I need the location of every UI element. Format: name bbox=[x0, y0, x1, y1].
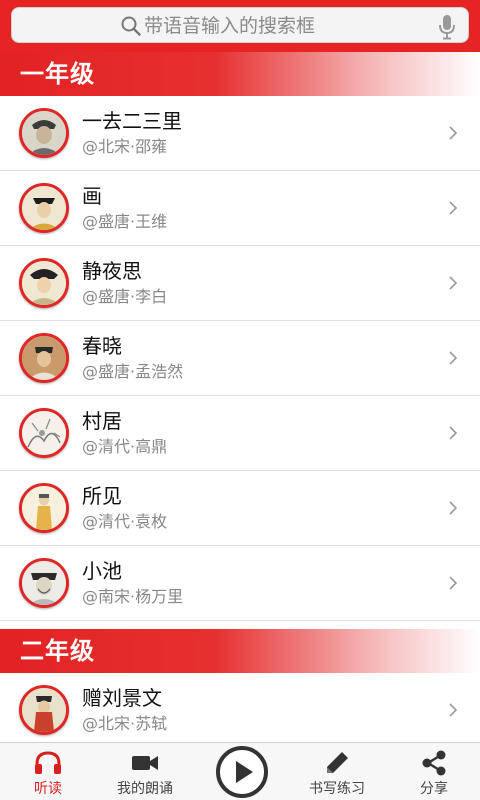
poem-author: @北宋·邵雍 bbox=[82, 137, 168, 156]
list-item[interactable]: 村居 @清代·高鼎 bbox=[0, 396, 480, 471]
poem-author: @盛唐·孟浩然 bbox=[82, 362, 184, 381]
chevron-right-icon bbox=[449, 351, 458, 365]
poem-author: @盛唐·王维 bbox=[82, 212, 168, 231]
bottom-nav: 听读 我的朗诵 书写练习 分享 bbox=[0, 742, 480, 800]
tab-share-label: 分享 bbox=[420, 781, 448, 797]
chevron-right-icon bbox=[449, 703, 458, 717]
poem-title: 赠刘景文 bbox=[82, 686, 162, 710]
top-bar: 带语音输入的搜索框 bbox=[0, 0, 480, 52]
section-gap bbox=[0, 621, 480, 629]
pencil-icon bbox=[327, 752, 348, 773]
tab-listen-label: 听读 bbox=[34, 781, 62, 797]
poem-title: 小池 bbox=[82, 559, 122, 583]
microphone-icon[interactable] bbox=[438, 14, 456, 40]
tab-writing-practice[interactable]: 书写练习 bbox=[304, 743, 370, 800]
list-item[interactable]: 静夜思 @盛唐·李白 bbox=[0, 246, 480, 321]
poet-portrait-avatar bbox=[19, 108, 69, 158]
section-header-grade-1: 一年级 bbox=[0, 52, 480, 96]
tab-listen[interactable]: 听读 bbox=[26, 743, 70, 800]
section-title: 一年级 bbox=[20, 60, 95, 88]
search-icon bbox=[121, 16, 141, 36]
chevron-right-icon bbox=[449, 501, 458, 515]
poem-author: @盛唐·李白 bbox=[82, 287, 168, 306]
poem-author: @南宋·杨万里 bbox=[82, 587, 184, 606]
list-item[interactable]: 一去二三里 @北宋·邵雍 bbox=[0, 96, 480, 171]
chevron-right-icon bbox=[449, 201, 458, 215]
poem-title: 春晓 bbox=[82, 334, 122, 358]
poem-title: 村居 bbox=[82, 409, 122, 433]
poem-author: @清代·高鼎 bbox=[82, 437, 168, 456]
poet-portrait-avatar bbox=[19, 685, 69, 735]
search-placeholder: 带语音输入的搜索框 bbox=[144, 15, 316, 37]
poet-portrait-avatar bbox=[19, 183, 69, 233]
poem-title: 一去二三里 bbox=[82, 109, 182, 133]
list-item[interactable]: 春晓 @盛唐·孟浩然 bbox=[0, 321, 480, 396]
list-item[interactable]: 赠刘景文 @北宋·苏轼 bbox=[0, 673, 480, 742]
app-screen: 带语音输入的搜索框 一年级 一去二三里 @北宋·邵雍 画 @盛唐·王维 静夜思 … bbox=[0, 0, 480, 800]
headphones-icon bbox=[35, 751, 61, 774]
tab-my-reading-label: 我的朗诵 bbox=[117, 781, 173, 797]
play-button[interactable] bbox=[216, 746, 268, 798]
poem-list[interactable]: 一年级 一去二三里 @北宋·邵雍 画 @盛唐·王维 静夜思 @盛唐·李白 春晓 … bbox=[0, 52, 480, 742]
poem-author: @清代·袁枚 bbox=[82, 512, 168, 531]
poet-portrait-avatar bbox=[19, 558, 69, 608]
section-header-grade-2: 二年级 bbox=[0, 629, 480, 673]
poem-title: 静夜思 bbox=[82, 259, 142, 283]
chevron-right-icon bbox=[449, 126, 458, 140]
tab-writing-practice-label: 书写练习 bbox=[309, 781, 365, 797]
tab-my-reading[interactable]: 我的朗诵 bbox=[112, 743, 178, 800]
search-input[interactable]: 带语音输入的搜索框 bbox=[11, 7, 469, 43]
tab-share[interactable]: 分享 bbox=[412, 743, 456, 800]
poem-author: @北宋·苏轼 bbox=[82, 714, 168, 733]
poem-title: 画 bbox=[82, 184, 102, 208]
chevron-right-icon bbox=[449, 426, 458, 440]
video-camera-icon bbox=[132, 756, 158, 770]
list-item[interactable]: 小池 @南宋·杨万里 bbox=[0, 546, 480, 621]
poet-portrait-avatar bbox=[19, 408, 69, 458]
poet-portrait-avatar bbox=[19, 258, 69, 308]
chevron-right-icon bbox=[449, 276, 458, 290]
play-icon bbox=[236, 761, 253, 783]
poet-portrait-avatar bbox=[19, 333, 69, 383]
poet-portrait-avatar bbox=[19, 483, 69, 533]
poem-title: 所见 bbox=[82, 484, 122, 508]
section-title: 二年级 bbox=[20, 637, 95, 665]
chevron-right-icon bbox=[449, 576, 458, 590]
list-item[interactable]: 画 @盛唐·王维 bbox=[0, 171, 480, 246]
list-item[interactable]: 所见 @清代·袁枚 bbox=[0, 471, 480, 546]
share-icon bbox=[422, 750, 446, 776]
